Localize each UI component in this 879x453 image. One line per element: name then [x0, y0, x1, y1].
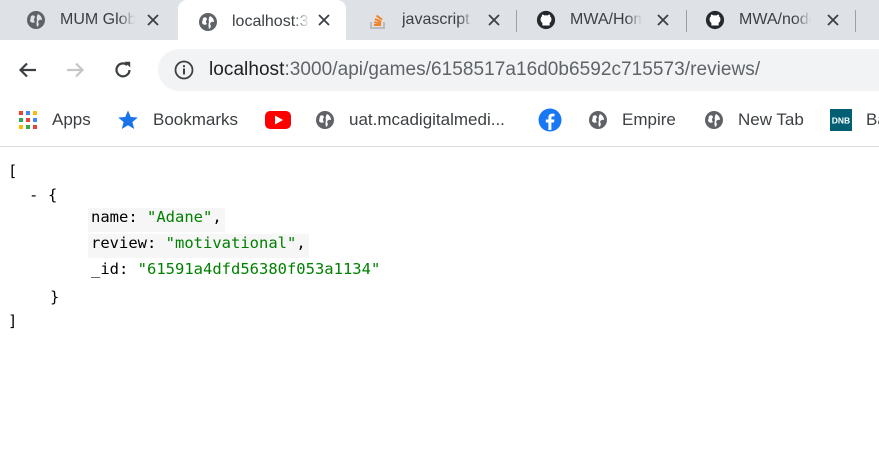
github-icon — [705, 10, 725, 30]
close-icon[interactable] — [484, 10, 504, 30]
svg-text:DNB: DNB — [832, 116, 850, 126]
reload-icon — [115, 61, 131, 78]
address-bar[interactable]: localhost:3000/api/games/6158517a16d0b65… — [158, 49, 879, 91]
tab-strip: MUM Global localhost:3000 javascript MWA… — [0, 0, 879, 40]
close-icon[interactable] — [314, 10, 334, 30]
globe-icon — [587, 109, 609, 131]
bookmark-uat[interactable]: uat.mcadigitalmedi... — [314, 109, 505, 131]
collapse-toggle[interactable]: - — [29, 186, 38, 204]
star-icon — [117, 109, 139, 131]
globe-icon — [703, 109, 725, 131]
tab-mwa-homework[interactable]: MWA/Homework — [517, 0, 685, 40]
bookmark-youtube[interactable] — [265, 109, 291, 131]
json-open-brace: { — [48, 186, 58, 204]
json-entry: name: "Adane", — [88, 208, 225, 232]
bookmark-label: Ba — [866, 110, 879, 129]
json-open-bracket: [ — [8, 162, 18, 180]
json-viewer: [ - { name: "Adane", review: "motivation… — [0, 148, 879, 453]
stackoverflow-icon — [368, 10, 388, 30]
bookmark-label: New Tab — [738, 110, 804, 129]
json-close-brace: } — [50, 288, 60, 306]
browser-toolbar: localhost:3000/api/games/6158517a16d0b65… — [0, 40, 879, 100]
url-text[interactable]: localhost:3000/api/games/6158517a16d0b65… — [209, 59, 760, 81]
json-entry: _id: "61591a4dfd56380f053a1134" — [91, 260, 381, 278]
youtube-icon — [265, 109, 291, 131]
reload-button[interactable] — [110, 57, 136, 83]
tab-title: MWA/Homework — [570, 11, 642, 28]
json-string-value: "Adane" — [147, 208, 213, 226]
json-key: review — [91, 234, 147, 252]
json-key: _id — [91, 260, 119, 278]
tab-localhost[interactable]: localhost:3000 — [178, 0, 346, 40]
forward-arrow-icon — [67, 62, 85, 78]
back-button[interactable] — [15, 57, 41, 83]
json-comma: , — [212, 208, 222, 226]
globe-icon — [26, 10, 46, 30]
url-host: localhost — [209, 59, 285, 80]
json-string-value: "motivational" — [165, 234, 297, 252]
github-icon — [536, 10, 556, 30]
json-string-value: "61591a4dfd56380f053a1134" — [137, 260, 381, 278]
tab-mum-global[interactable]: MUM Global — [0, 0, 175, 40]
bookmark-facebook[interactable] — [538, 108, 562, 132]
dnb-icon: DNB — [830, 109, 852, 131]
bookmarks-bar: Apps Bookmarks uat.mcadigitalmedi... Emp… — [0, 100, 879, 147]
tab-title: MWA/node — [739, 11, 811, 28]
close-icon[interactable] — [823, 10, 843, 30]
tab-title: localhost:3000 — [232, 13, 310, 30]
back-arrow-icon — [18, 62, 36, 78]
bookmark-label: Bookmarks — [153, 110, 239, 129]
tab-title: javascript — [402, 11, 470, 28]
json-entry: review: "motivational", — [88, 234, 309, 258]
json-comma: , — [296, 234, 306, 252]
info-icon[interactable] — [173, 59, 195, 81]
bookmark-apps[interactable]: Apps — [17, 109, 91, 131]
bookmark-ba[interactable]: DNB Ba — [830, 109, 879, 131]
bookmark-empire[interactable]: Empire — [587, 109, 676, 131]
close-icon[interactable] — [653, 10, 673, 30]
bookmark-label: Apps — [52, 110, 91, 129]
globe-icon — [314, 109, 336, 131]
tab-separator — [855, 10, 856, 32]
close-icon[interactable] — [143, 10, 163, 30]
tab-mwa-node[interactable]: MWA/node — [687, 0, 855, 40]
bookmark-new-tab[interactable]: New Tab — [703, 109, 804, 131]
json-close-bracket: ] — [8, 312, 18, 330]
json-key: name — [91, 208, 129, 226]
globe-icon — [198, 12, 218, 32]
bookmark-label: uat.mcadigitalmedi... — [349, 110, 505, 129]
bookmark-bookmarks[interactable]: Bookmarks — [117, 109, 238, 131]
tab-javascript[interactable]: javascript — [346, 0, 516, 40]
bookmark-label: Empire — [622, 110, 676, 129]
apps-grid-icon — [17, 109, 39, 131]
tab-title: MUM Global — [60, 11, 135, 28]
forward-button[interactable] — [62, 57, 88, 83]
facebook-icon — [538, 108, 562, 132]
url-path: :3000/api/games/6158517a16d0b6592c715573… — [284, 59, 761, 80]
